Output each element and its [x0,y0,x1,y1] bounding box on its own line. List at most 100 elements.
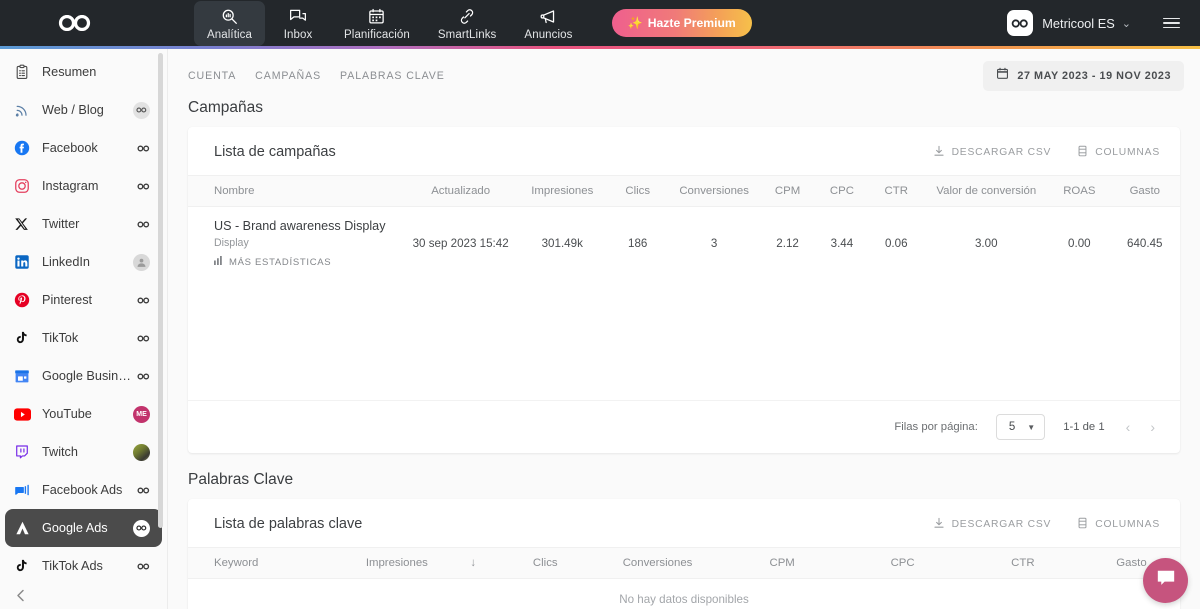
google-ads-icon [14,520,40,536]
rows-per-page-select[interactable]: 5 ▼ [995,414,1046,440]
sidebar-item-instagram[interactable]: Instagram [5,167,162,205]
cell-clics: 186 [628,237,648,250]
date-range-picker[interactable]: 27 MAY 2023 - 19 NOV 2023 [983,61,1184,91]
instagram-icon [14,178,40,194]
campaigns-card-actions: DESCARGAR CSV COLUMNAS [933,145,1160,160]
linkedin-icon [14,254,40,270]
sidebar-item-twitch[interactable]: Twitch [5,433,162,471]
sidebar-badge-infinity-white [133,519,150,537]
breadcrumb-cuenta[interactable]: CUENTA [188,70,236,82]
pinterest-icon [14,292,40,308]
campaigns-card: Lista de campañas DESCARGAR CSV COLUMNAS [188,127,1180,453]
sidebar-item-tiktok[interactable]: TikTok [5,319,162,357]
clipboard-icon [14,64,40,80]
nav-item-planificacion[interactable]: Planificación [331,1,423,46]
topbar-right-group: Metricool ES ⌄ [1001,0,1200,46]
kw-col-impresiones[interactable]: Impresiones [344,547,450,579]
avatar-initials: ME [133,405,150,423]
col-gasto[interactable]: Gasto [1109,175,1180,207]
sidebar-item-pinterest[interactable]: Pinterest [5,281,162,319]
nav-item-anuncios[interactable]: Anuncios [511,1,585,46]
col-cpm[interactable]: CPM [760,175,815,207]
prev-page-button[interactable]: ‹ [1123,419,1134,435]
kw-col-clics[interactable]: Clics [497,547,594,579]
sidebar-item-tiktok-ads[interactable]: TikTok Ads [5,547,162,583]
hazte-premium-button[interactable]: ✨ Hazte Premium [611,9,752,37]
campaigns-card-header: Lista de campañas DESCARGAR CSV COLUMNAS [188,127,1180,175]
sidebar-item-google-ads[interactable]: Google Ads [5,509,162,547]
col-ctr[interactable]: CTR [869,175,924,207]
nav-label: SmartLinks [437,28,497,41]
account-switcher[interactable]: Metricool ES ⌄ [1001,6,1137,40]
col-clics[interactable]: Clics [607,175,668,207]
more-stats-button[interactable]: MÁS ESTADÍSTICAS [214,256,400,268]
download-csv-button[interactable]: DESCARGAR CSV [933,145,1052,160]
col-conversiones[interactable]: Conversiones [667,175,761,207]
sidebar-item-label: Web / Blog [42,103,104,117]
kw-col-ctr[interactable]: CTR [962,547,1083,579]
sidebar-scrollbar[interactable] [158,53,163,528]
breadcrumb: CUENTA CAMPAÑAS PALABRAS CLAVE [188,70,445,82]
col-actualizado[interactable]: Actualizado [404,175,517,207]
metricool-logo[interactable] [0,15,150,31]
calendar-icon [996,67,1009,85]
nav-item-inbox[interactable]: Inbox [267,1,329,46]
kw-col-cpm[interactable]: CPM [721,547,843,579]
nav-item-analitica[interactable]: Analítica [194,0,266,46]
cell-cpc: 3.44 [830,237,854,250]
cell-cpm: 2.12 [776,237,799,250]
nav-label: Inbox [283,28,313,41]
sidebar-item-twitter[interactable]: Twitter [5,205,162,243]
account-name: Metricool ES [1042,15,1115,31]
col-roas[interactable]: ROAS [1049,175,1110,207]
breadcrumb-campanas[interactable]: CAMPAÑAS [255,70,321,82]
col-nombre[interactable]: Nombre [188,175,405,207]
sidebar-item-facebook-ads[interactable]: Facebook Ads [5,471,162,509]
sidebar-badge-infinity [133,101,150,119]
analytics-magnifier-icon [221,7,238,26]
sidebar-badge-infinity [137,221,150,228]
nav-item-smartlinks[interactable]: SmartLinks [425,1,510,46]
kw-col-keyword[interactable]: Keyword [188,547,345,579]
keywords-download-csv-button[interactable]: DESCARGAR CSV [933,517,1052,532]
col-valor-conversion[interactable]: Valor de conversión [923,175,1050,207]
columns-button[interactable]: COLUMNAS [1077,145,1160,160]
hamburger-menu-icon[interactable] [1159,14,1184,33]
app-root: Analítica Inbox Planificación SmartLinks… [0,0,1200,609]
sidebar-item-label: Google Busines… [42,369,137,383]
pagination-nav: ‹ › [1123,419,1158,435]
sidebar-item-youtube[interactable]: YouTube ME [5,395,162,433]
nav-label: Analítica [207,28,253,41]
chat-support-button[interactable] [1143,558,1188,603]
sidebar-item-web-blog[interactable]: Web / Blog [5,91,162,129]
account-avatar [1007,10,1034,36]
breadcrumb-palabras-clave[interactable]: PALABRAS CLAVE [340,70,445,82]
columns-label: COLUMNAS [1095,146,1160,158]
premium-label: Hazte Premium [647,16,736,30]
col-impresiones[interactable]: Impresiones [516,175,608,207]
download-csv-label: DESCARGAR CSV [951,146,1052,158]
kw-col-sort-indicator[interactable]: ↓ [449,547,498,579]
sidebar-item-label: TikTok Ads [42,559,103,573]
sidebar-item-linkedin[interactable]: LinkedIn [5,243,162,281]
keywords-columns-button[interactable]: COLUMNAS [1077,517,1160,532]
table-header-row: Nombre Actualizado Impresiones Clics Con… [188,175,1180,207]
facebook-icon [14,140,40,156]
download-icon [933,145,945,160]
bar-chart-icon [214,256,223,268]
table-row[interactable]: US - Brand awareness Display Display MÁS… [188,207,1180,281]
sidebar-item-resumen[interactable]: Resumen [5,53,162,91]
kw-col-conversiones[interactable]: Conversiones [593,547,722,579]
sidebar-collapse-button[interactable] [10,585,30,605]
next-page-button[interactable]: › [1147,419,1158,435]
col-cpc[interactable]: CPC [814,175,870,207]
kw-col-cpc[interactable]: CPC [842,547,963,579]
download-icon [933,517,945,532]
campaigns-table-body: US - Brand awareness Display Display MÁS… [188,207,1180,281]
sidebar-item-facebook[interactable]: Facebook [5,129,162,167]
tiktok-ads-icon [14,558,40,574]
sparkle-icon: ✨ [627,16,643,30]
sidebar-item-google-business[interactable]: Google Busines… [5,357,162,395]
campaign-type: Display [214,237,249,249]
chat-bubbles-icon [289,7,307,26]
